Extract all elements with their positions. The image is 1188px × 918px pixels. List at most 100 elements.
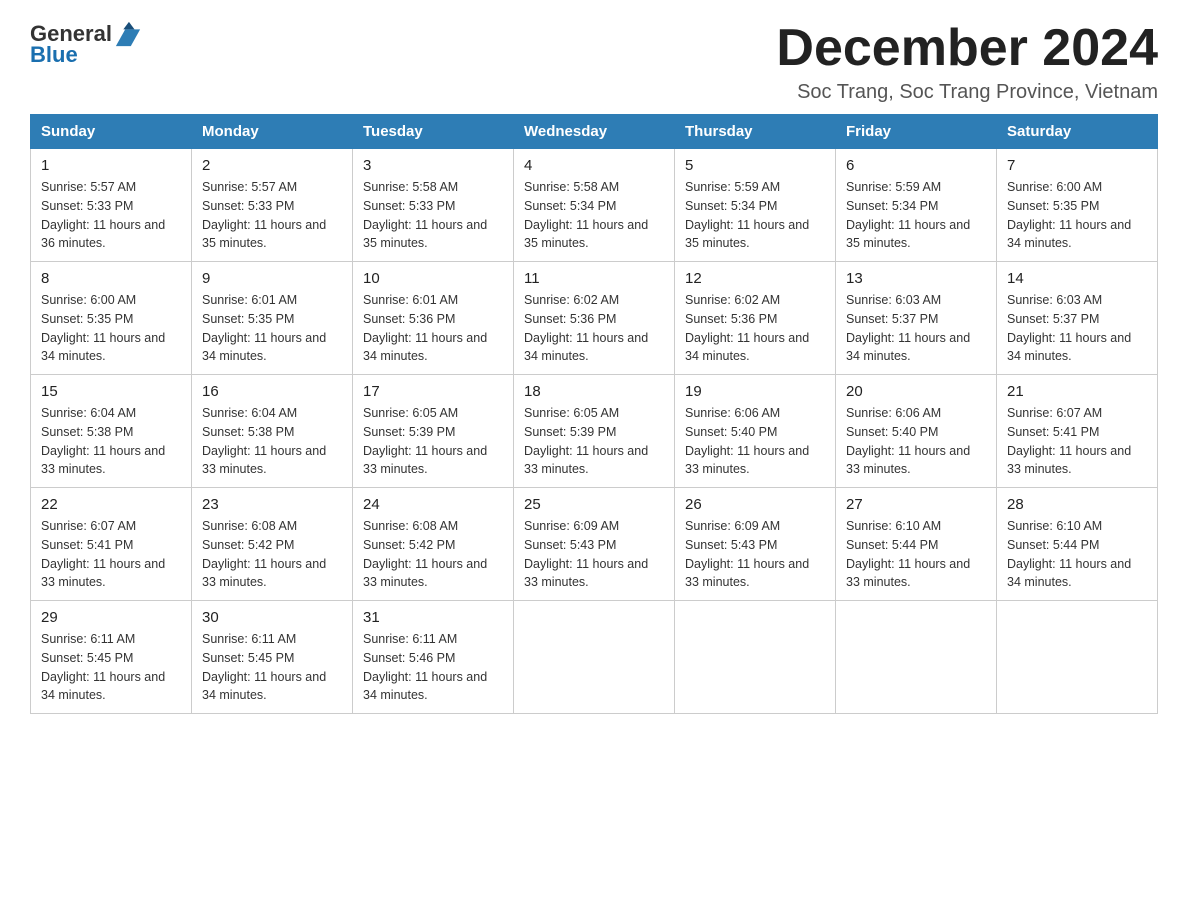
- calendar-cell: 4 Sunrise: 5:58 AMSunset: 5:34 PMDayligh…: [514, 149, 675, 262]
- calendar-cell: 5 Sunrise: 5:59 AMSunset: 5:34 PMDayligh…: [675, 149, 836, 262]
- calendar-cell: 1 Sunrise: 5:57 AMSunset: 5:33 PMDayligh…: [31, 149, 192, 262]
- calendar-cell: 7 Sunrise: 6:00 AMSunset: 5:35 PMDayligh…: [997, 149, 1158, 262]
- calendar-cell: 31 Sunrise: 6:11 AMSunset: 5:46 PMDaylig…: [353, 601, 514, 714]
- day-info: Sunrise: 6:00 AMSunset: 5:35 PMDaylight:…: [1007, 180, 1131, 250]
- calendar-table: SundayMondayTuesdayWednesdayThursdayFrid…: [30, 114, 1158, 714]
- calendar-cell: 14 Sunrise: 6:03 AMSunset: 5:37 PMDaylig…: [997, 262, 1158, 375]
- day-info: Sunrise: 6:02 AMSunset: 5:36 PMDaylight:…: [524, 293, 648, 363]
- calendar-week-1: 1 Sunrise: 5:57 AMSunset: 5:33 PMDayligh…: [31, 149, 1158, 262]
- calendar-cell: 11 Sunrise: 6:02 AMSunset: 5:36 PMDaylig…: [514, 262, 675, 375]
- day-number: 4: [524, 157, 664, 174]
- calendar-cell: 15 Sunrise: 6:04 AMSunset: 5:38 PMDaylig…: [31, 375, 192, 488]
- calendar-header-thursday: Thursday: [675, 115, 836, 149]
- calendar-week-2: 8 Sunrise: 6:00 AMSunset: 5:35 PMDayligh…: [31, 262, 1158, 375]
- day-number: 19: [685, 383, 825, 400]
- day-number: 30: [202, 609, 342, 626]
- title-block: December 2024 Soc Trang, Soc Trang Provi…: [776, 20, 1158, 104]
- day-info: Sunrise: 6:06 AMSunset: 5:40 PMDaylight:…: [685, 406, 809, 476]
- calendar-cell: 6 Sunrise: 5:59 AMSunset: 5:34 PMDayligh…: [836, 149, 997, 262]
- calendar-cell: 20 Sunrise: 6:06 AMSunset: 5:40 PMDaylig…: [836, 375, 997, 488]
- day-number: 12: [685, 270, 825, 287]
- day-number: 25: [524, 496, 664, 513]
- calendar-cell: [997, 601, 1158, 714]
- calendar-cell: [675, 601, 836, 714]
- day-number: 7: [1007, 157, 1147, 174]
- day-info: Sunrise: 6:04 AMSunset: 5:38 PMDaylight:…: [202, 406, 326, 476]
- day-number: 22: [41, 496, 181, 513]
- day-number: 1: [41, 157, 181, 174]
- day-number: 24: [363, 496, 503, 513]
- calendar-cell: 10 Sunrise: 6:01 AMSunset: 5:36 PMDaylig…: [353, 262, 514, 375]
- calendar-cell: 8 Sunrise: 6:00 AMSunset: 5:35 PMDayligh…: [31, 262, 192, 375]
- day-info: Sunrise: 6:09 AMSunset: 5:43 PMDaylight:…: [685, 519, 809, 589]
- day-number: 5: [685, 157, 825, 174]
- calendar-cell: 3 Sunrise: 5:58 AMSunset: 5:33 PMDayligh…: [353, 149, 514, 262]
- day-info: Sunrise: 5:59 AMSunset: 5:34 PMDaylight:…: [685, 180, 809, 250]
- day-number: 29: [41, 609, 181, 626]
- calendar-cell: 13 Sunrise: 6:03 AMSunset: 5:37 PMDaylig…: [836, 262, 997, 375]
- day-number: 23: [202, 496, 342, 513]
- day-info: Sunrise: 5:58 AMSunset: 5:34 PMDaylight:…: [524, 180, 648, 250]
- day-info: Sunrise: 6:05 AMSunset: 5:39 PMDaylight:…: [363, 406, 487, 476]
- day-number: 17: [363, 383, 503, 400]
- calendar-cell: 2 Sunrise: 5:57 AMSunset: 5:33 PMDayligh…: [192, 149, 353, 262]
- day-info: Sunrise: 6:09 AMSunset: 5:43 PMDaylight:…: [524, 519, 648, 589]
- day-info: Sunrise: 6:00 AMSunset: 5:35 PMDaylight:…: [41, 293, 165, 363]
- page-header: General Blue December 2024 Soc Trang, So…: [30, 20, 1158, 104]
- day-info: Sunrise: 5:58 AMSunset: 5:33 PMDaylight:…: [363, 180, 487, 250]
- day-info: Sunrise: 6:04 AMSunset: 5:38 PMDaylight:…: [41, 406, 165, 476]
- calendar-cell: 12 Sunrise: 6:02 AMSunset: 5:36 PMDaylig…: [675, 262, 836, 375]
- day-number: 6: [846, 157, 986, 174]
- calendar-header-tuesday: Tuesday: [353, 115, 514, 149]
- day-number: 18: [524, 383, 664, 400]
- day-info: Sunrise: 6:03 AMSunset: 5:37 PMDaylight:…: [1007, 293, 1131, 363]
- location-title: Soc Trang, Soc Trang Province, Vietnam: [776, 81, 1158, 104]
- calendar-header-friday: Friday: [836, 115, 997, 149]
- day-info: Sunrise: 6:03 AMSunset: 5:37 PMDaylight:…: [846, 293, 970, 363]
- calendar-cell: 21 Sunrise: 6:07 AMSunset: 5:41 PMDaylig…: [997, 375, 1158, 488]
- calendar-cell: 27 Sunrise: 6:10 AMSunset: 5:44 PMDaylig…: [836, 488, 997, 601]
- day-number: 16: [202, 383, 342, 400]
- day-number: 31: [363, 609, 503, 626]
- calendar-header-saturday: Saturday: [997, 115, 1158, 149]
- day-info: Sunrise: 6:11 AMSunset: 5:45 PMDaylight:…: [202, 632, 326, 702]
- day-number: 10: [363, 270, 503, 287]
- day-info: Sunrise: 6:01 AMSunset: 5:36 PMDaylight:…: [363, 293, 487, 363]
- day-number: 27: [846, 496, 986, 513]
- day-info: Sunrise: 5:59 AMSunset: 5:34 PMDaylight:…: [846, 180, 970, 250]
- calendar-cell: [836, 601, 997, 714]
- calendar-cell: 24 Sunrise: 6:08 AMSunset: 5:42 PMDaylig…: [353, 488, 514, 601]
- day-number: 21: [1007, 383, 1147, 400]
- day-number: 20: [846, 383, 986, 400]
- day-info: Sunrise: 6:05 AMSunset: 5:39 PMDaylight:…: [524, 406, 648, 476]
- calendar-week-3: 15 Sunrise: 6:04 AMSunset: 5:38 PMDaylig…: [31, 375, 1158, 488]
- calendar-header-row: SundayMondayTuesdayWednesdayThursdayFrid…: [31, 115, 1158, 149]
- day-number: 13: [846, 270, 986, 287]
- calendar-header-monday: Monday: [192, 115, 353, 149]
- day-info: Sunrise: 6:06 AMSunset: 5:40 PMDaylight:…: [846, 406, 970, 476]
- calendar-cell: 23 Sunrise: 6:08 AMSunset: 5:42 PMDaylig…: [192, 488, 353, 601]
- day-info: Sunrise: 6:07 AMSunset: 5:41 PMDaylight:…: [1007, 406, 1131, 476]
- calendar-cell: 17 Sunrise: 6:05 AMSunset: 5:39 PMDaylig…: [353, 375, 514, 488]
- calendar-cell: 28 Sunrise: 6:10 AMSunset: 5:44 PMDaylig…: [997, 488, 1158, 601]
- day-info: Sunrise: 6:11 AMSunset: 5:45 PMDaylight:…: [41, 632, 165, 702]
- day-number: 2: [202, 157, 342, 174]
- calendar-header-sunday: Sunday: [31, 115, 192, 149]
- logo-blue-text: Blue: [30, 42, 78, 68]
- month-title: December 2024: [776, 20, 1158, 77]
- day-info: Sunrise: 6:10 AMSunset: 5:44 PMDaylight:…: [1007, 519, 1131, 589]
- calendar-header-wednesday: Wednesday: [514, 115, 675, 149]
- day-info: Sunrise: 5:57 AMSunset: 5:33 PMDaylight:…: [202, 180, 326, 250]
- day-info: Sunrise: 6:08 AMSunset: 5:42 PMDaylight:…: [202, 519, 326, 589]
- day-number: 8: [41, 270, 181, 287]
- day-info: Sunrise: 6:02 AMSunset: 5:36 PMDaylight:…: [685, 293, 809, 363]
- day-info: Sunrise: 6:01 AMSunset: 5:35 PMDaylight:…: [202, 293, 326, 363]
- calendar-cell: [514, 601, 675, 714]
- calendar-cell: 26 Sunrise: 6:09 AMSunset: 5:43 PMDaylig…: [675, 488, 836, 601]
- logo: General Blue: [30, 20, 142, 68]
- day-number: 15: [41, 383, 181, 400]
- calendar-cell: 9 Sunrise: 6:01 AMSunset: 5:35 PMDayligh…: [192, 262, 353, 375]
- calendar-cell: 25 Sunrise: 6:09 AMSunset: 5:43 PMDaylig…: [514, 488, 675, 601]
- calendar-week-5: 29 Sunrise: 6:11 AMSunset: 5:45 PMDaylig…: [31, 601, 1158, 714]
- calendar-week-4: 22 Sunrise: 6:07 AMSunset: 5:41 PMDaylig…: [31, 488, 1158, 601]
